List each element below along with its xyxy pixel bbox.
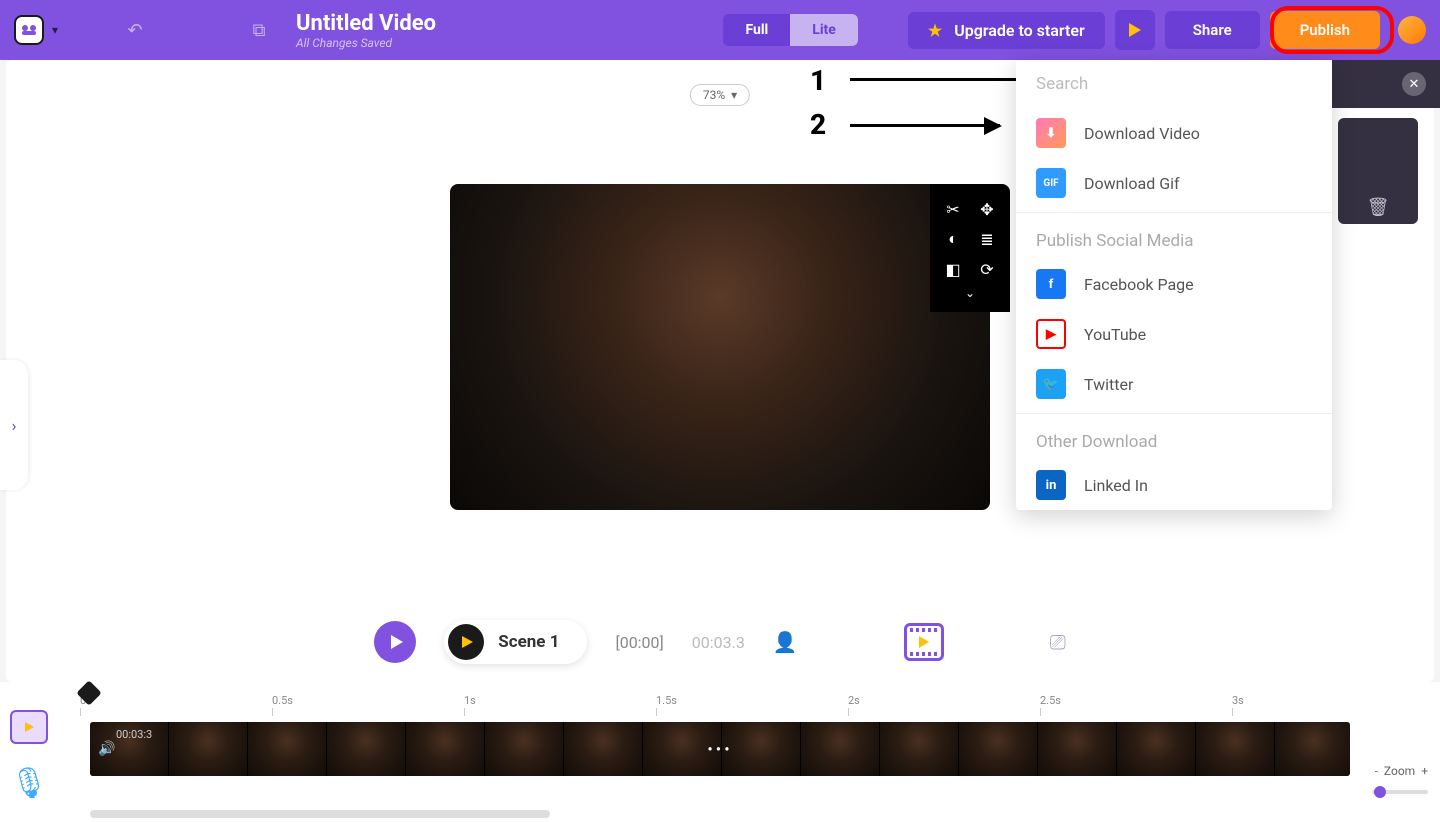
clip-audio-icon: 🔊 xyxy=(98,741,115,757)
contrast-icon[interactable]: ◐ xyxy=(938,226,968,252)
toolbar-expand-icon[interactable]: ⌄ xyxy=(938,286,1002,300)
scene-selector[interactable]: Scene 1 xyxy=(444,620,587,664)
zoom-value: 73% xyxy=(703,88,725,102)
menu-youtube[interactable]: ▶ YouTube xyxy=(1016,309,1332,359)
twitter-label: Twitter xyxy=(1084,375,1133,394)
twitter-icon: 🐦 xyxy=(1036,369,1066,399)
zoom-minus[interactable]: - xyxy=(1375,764,1378,778)
section-social-header: Publish Social Media xyxy=(1016,217,1332,259)
youtube-label: YouTube xyxy=(1084,325,1146,344)
save-status: All Changes Saved xyxy=(296,36,436,50)
person-icon[interactable]: 👤 xyxy=(773,630,798,654)
time-duration: 00:03.3 xyxy=(692,633,745,652)
zoom-plus[interactable]: + xyxy=(1421,764,1428,778)
timeline-scrollbar[interactable] xyxy=(90,810,550,818)
mode-lite-button[interactable]: Lite xyxy=(790,14,858,46)
scene-play-icon xyxy=(448,624,484,660)
mode-segmented-control: Full Lite xyxy=(723,14,857,46)
canvas-edit-toolbar: ✂ ✥ ◐ ≣ ◧ ⟳ ⌄ xyxy=(930,184,1010,312)
clip-duration: 00:03:3 xyxy=(116,728,152,741)
reload-icon[interactable]: ⟳ xyxy=(972,256,1002,282)
menu-download-video[interactable]: ⬇ Download Video xyxy=(1016,108,1332,158)
download-video-icon: ⬇ xyxy=(1036,118,1066,148)
publish-button[interactable]: Publish xyxy=(1270,11,1380,49)
share-button[interactable]: Share xyxy=(1165,11,1260,49)
timeline-track-icons: 🎙 xyxy=(10,710,48,801)
scene-name: Scene 1 xyxy=(498,632,559,652)
expand-sidebar-tab[interactable]: › xyxy=(0,360,28,490)
menu-download-gif[interactable]: GIF Download Gif xyxy=(1016,158,1332,208)
upgrade-label: Upgrade to starter xyxy=(954,21,1085,40)
divider xyxy=(1016,413,1332,414)
close-panel-icon[interactable]: ✕ xyxy=(1402,72,1426,96)
divider xyxy=(1016,212,1332,213)
time-current: [00:00] xyxy=(615,633,663,652)
timeline-zoom-control: - Zoom + xyxy=(1375,764,1428,778)
tick: 1.5s xyxy=(656,694,677,707)
move-icon[interactable]: ✥ xyxy=(972,196,1002,222)
linkedin-icon: in xyxy=(1036,470,1066,500)
title-block: Untitled Video All Changes Saved xyxy=(296,11,436,50)
facebook-icon: f xyxy=(1036,269,1066,299)
publish-search-input[interactable]: Search xyxy=(1016,60,1332,108)
film-icon[interactable] xyxy=(904,623,944,661)
linkedin-label: Linked In xyxy=(1084,476,1148,495)
levels-icon[interactable]: ≣ xyxy=(972,226,1002,252)
undo-icon[interactable]: ↶ xyxy=(118,13,152,47)
top-bar: ▾ ↶ ⧉ Untitled Video All Changes Saved F… xyxy=(0,0,1440,60)
download-video-label: Download Video xyxy=(1084,124,1200,143)
timeline-clip[interactable]: 🔊 00:03:3 ••• xyxy=(90,722,1350,776)
tick: 1s xyxy=(464,694,476,707)
timeline-ruler[interactable]: 0s 0.5s 1s 1.5s 2s 2.5s 3s xyxy=(80,694,1360,714)
audio-track-icon[interactable]: 🎙 xyxy=(10,766,48,801)
annotation-number-2: 2 xyxy=(810,108,826,141)
star-icon: ★ xyxy=(928,21,942,40)
tick: 3s xyxy=(1232,694,1244,707)
canvas-zoom-chip[interactable]: 73% ▾ xyxy=(690,84,750,106)
user-avatar[interactable] xyxy=(1398,16,1426,44)
video-frame-preview xyxy=(450,184,990,510)
video-canvas[interactable] xyxy=(450,184,990,510)
upgrade-button[interactable]: ★ Upgrade to starter xyxy=(908,12,1105,49)
tick: 0.5s xyxy=(272,694,293,707)
menu-twitter[interactable]: 🐦 Twitter xyxy=(1016,359,1332,409)
publish-dropdown: Search ⬇ Download Video GIF Download Gif… xyxy=(1016,60,1332,510)
chevron-down-icon: ▾ xyxy=(731,88,737,102)
facebook-label: Facebook Page xyxy=(1084,275,1194,294)
timeline-zoom-slider[interactable] xyxy=(1372,790,1428,794)
tick: 2.5s xyxy=(1040,694,1061,707)
clip-thumbnail-panel: 🗑 xyxy=(1338,118,1418,224)
scene-control-row: Scene 1 [00:00] 00:03.3 👤 ⎚ xyxy=(6,620,1434,664)
play-icon xyxy=(1129,23,1141,37)
annotation-arrow-2 xyxy=(850,124,1000,127)
tick: 2s xyxy=(848,694,860,707)
video-title[interactable]: Untitled Video xyxy=(296,11,436,36)
clip-more-icon[interactable]: ••• xyxy=(707,740,732,759)
mode-full-button[interactable]: Full xyxy=(723,14,790,46)
section-other-header: Other Download xyxy=(1016,418,1332,460)
mirror-icon[interactable]: ◧ xyxy=(938,256,968,282)
annotation-number-1: 1 xyxy=(810,64,826,97)
scissors-icon[interactable]: ✂ xyxy=(938,196,968,222)
download-gif-icon: GIF xyxy=(1036,168,1066,198)
copy-icon[interactable]: ⧉ xyxy=(242,13,276,47)
play-scene-button[interactable] xyxy=(374,621,416,663)
preview-play-button[interactable] xyxy=(1115,10,1155,50)
download-gif-label: Download Gif xyxy=(1084,174,1180,193)
youtube-icon: ▶ xyxy=(1036,319,1066,349)
timeline-panel: 🎙 0s 0.5s 1s 1.5s 2s 2.5s 3s 🔊 00:03:3 •… xyxy=(0,682,1440,822)
menu-facebook[interactable]: f Facebook Page xyxy=(1016,259,1332,309)
video-track-icon[interactable] xyxy=(10,710,48,744)
properties-panel-header: ✕ xyxy=(1332,60,1440,108)
trash-icon[interactable]: 🗑 xyxy=(1367,197,1390,218)
menu-linkedin[interactable]: in Linked In xyxy=(1016,460,1332,510)
focus-icon[interactable]: ⎚ xyxy=(1050,630,1066,654)
logo-dropdown-caret[interactable]: ▾ xyxy=(52,23,58,37)
zoom-label: Zoom xyxy=(1384,764,1415,778)
app-logo[interactable] xyxy=(14,15,44,45)
